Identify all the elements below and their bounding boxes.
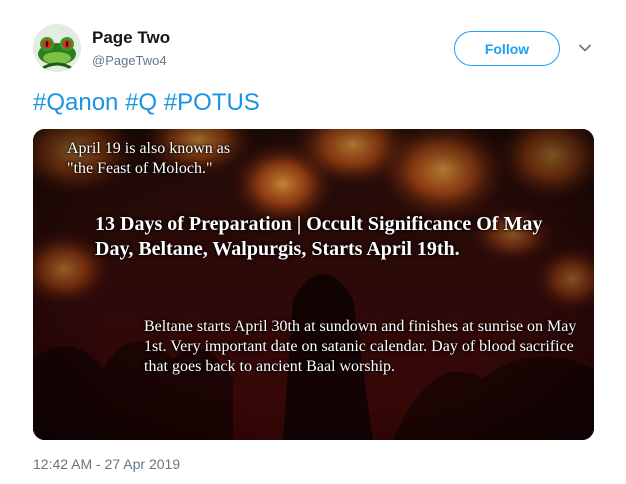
- image-caption-small: April 19 is also known as "the Feast of …: [67, 140, 231, 177]
- hashtag-link[interactable]: #POTUS: [164, 89, 260, 116]
- tweet-timestamp[interactable]: 12:42 AM - 27 Apr 2019: [33, 456, 180, 472]
- follow-button[interactable]: Follow: [454, 31, 560, 66]
- tweet-text: #Qanon #Q #POTUS: [33, 89, 260, 117]
- author-handle[interactable]: @PageTwo4: [92, 53, 167, 68]
- hashtag-link[interactable]: #Qanon: [33, 89, 118, 116]
- chevron-down-icon[interactable]: [577, 40, 593, 56]
- author-display-name[interactable]: Page Two: [92, 28, 170, 48]
- image-headline: 13 Days of Preparation | Occult Signific…: [95, 213, 543, 260]
- tweet-media-image[interactable]: April 19 is also known as "the Feast of …: [33, 129, 594, 440]
- hashtag-link[interactable]: #Q: [125, 89, 157, 116]
- frog-avatar-icon: [33, 24, 81, 72]
- image-body-text: Beltane starts April 30th at sundown and…: [144, 318, 577, 375]
- avatar[interactable]: [33, 24, 81, 72]
